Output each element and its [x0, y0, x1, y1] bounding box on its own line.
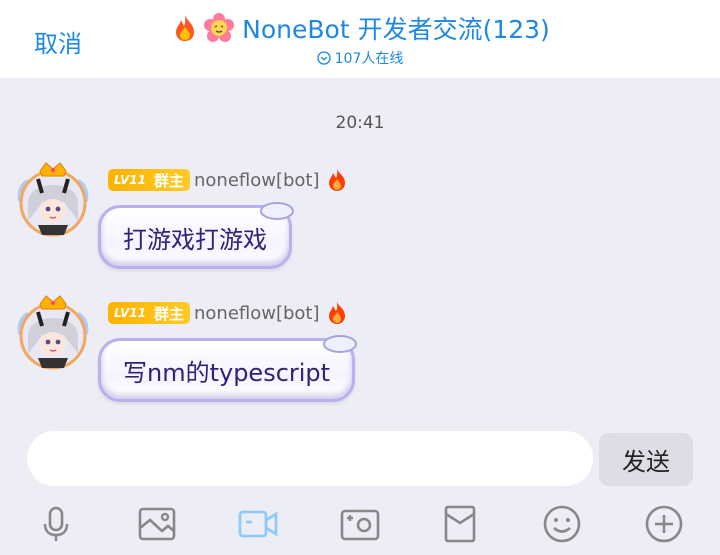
message-bubble[interactable]: 打游戏打游戏 [98, 202, 294, 269]
bubble-decoration [323, 335, 358, 353]
input-toolbar [0, 500, 720, 548]
message-timestamp: 20:41 [335, 113, 385, 133]
role-badge: 群主 [153, 304, 184, 323]
message-input[interactable] [27, 431, 593, 486]
image-icon[interactable] [137, 504, 177, 544]
role-badge: 群主 [153, 171, 184, 190]
flower-face-icon [204, 13, 235, 42]
message-meta: LV11 群主 noneflow[bot] [108, 167, 348, 193]
member-badge: LV11 群主 [108, 169, 190, 191]
chevron-down-circle-icon [316, 51, 331, 65]
message-text: 打游戏打游戏 [123, 225, 267, 254]
group-name: NoneBot 开发者交流(123) [242, 15, 550, 44]
avatar[interactable] [14, 159, 92, 241]
fire-icon [176, 15, 195, 41]
fire-icon [328, 169, 345, 191]
red-packet-icon[interactable] [440, 504, 480, 544]
microphone-icon[interactable] [36, 504, 76, 544]
message-text: 写nm的typescript [123, 358, 331, 387]
level-badge: LV11 [114, 306, 146, 320]
bubble-decoration [260, 202, 294, 220]
group-title: NoneBot 开发者交流(123) [0, 10, 720, 46]
message-bubble[interactable]: 写nm的typescript [98, 335, 358, 402]
message-meta: LV11 群主 noneflow[bot] [108, 300, 348, 326]
video-camera-icon[interactable] [238, 504, 278, 544]
chat-header: 取消 NoneBot 开发者交流(123) 107人在线 [0, 0, 720, 78]
emoji-icon[interactable] [542, 504, 582, 544]
online-status[interactable]: 107人在线 [0, 48, 720, 68]
member-badge: LV11 群主 [108, 302, 190, 324]
sender-name[interactable]: noneflow[bot] [194, 303, 320, 324]
plus-icon[interactable] [644, 504, 684, 544]
level-badge: LV11 [114, 173, 146, 187]
fire-icon [328, 302, 345, 324]
online-count: 107人在线 [334, 51, 404, 67]
send-button[interactable]: 发送 [599, 433, 693, 486]
sender-name[interactable]: noneflow[bot] [194, 170, 320, 191]
avatar[interactable] [14, 292, 92, 374]
camera-icon[interactable] [340, 504, 380, 544]
